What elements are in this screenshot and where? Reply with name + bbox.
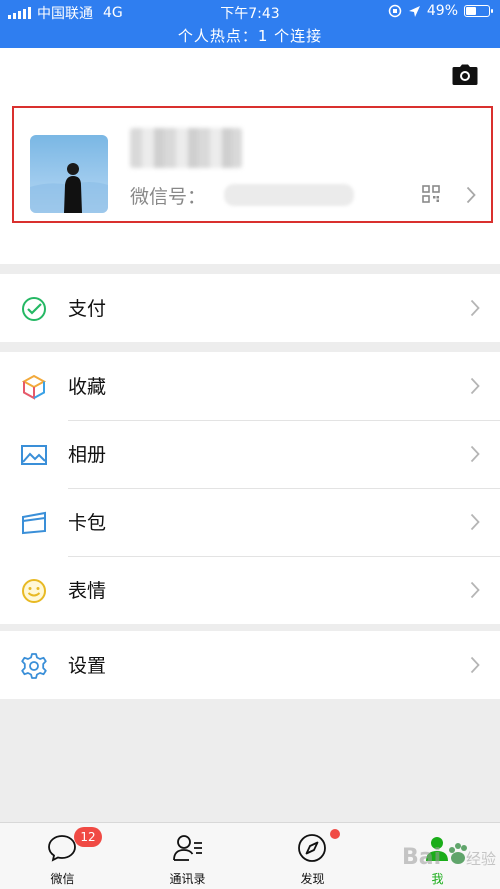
location-arrow-icon: [408, 5, 420, 17]
favorites-cube-icon: [21, 374, 47, 400]
wechat-id-blurred: [224, 184, 354, 206]
camera-icon[interactable]: [452, 64, 478, 86]
tab-wechat[interactable]: 12 微信: [0, 823, 125, 889]
menu-group-main: 收藏 相册 卡包 表情: [0, 352, 500, 624]
tab-contacts[interactable]: 通讯录: [125, 823, 250, 889]
settings-gear-icon: [21, 653, 47, 679]
baidu-paw-icon: [449, 843, 467, 864]
menu-item-label: 相册: [68, 444, 107, 466]
svg-text:Bai: Bai: [402, 845, 441, 870]
chevron-right-icon: [466, 186, 476, 204]
menu-item-settings[interactable]: 设置: [0, 631, 500, 699]
battery-level: [466, 7, 477, 15]
menu-item-label: 卡包: [68, 512, 107, 534]
menu-item-pay[interactable]: 支付: [0, 274, 500, 342]
status-bar: 中国联通 4G 下午7:43 49% 个人热点：1 个连接: [0, 0, 500, 48]
battery-icon: [464, 5, 493, 17]
album-icon: [21, 445, 47, 465]
rotation-lock-icon: [388, 4, 402, 18]
compass-icon: [298, 834, 326, 862]
hotspot-banner[interactable]: 个人热点：1 个连接: [0, 25, 500, 46]
chevron-right-icon: [470, 656, 480, 674]
chevron-right-icon: [470, 445, 480, 463]
baidu-watermark: Bai 经验: [402, 843, 496, 870]
contacts-icon: [173, 835, 202, 861]
menu-item-label: 表情: [68, 580, 107, 602]
menu-group-settings: 设置: [0, 631, 500, 699]
chevron-right-icon: [470, 513, 480, 531]
chevron-right-icon: [470, 377, 480, 395]
menu-group-pay: 支付: [0, 274, 500, 342]
menu-item-label: 支付: [68, 298, 107, 320]
avatar[interactable]: [30, 135, 108, 213]
nickname-blurred: [130, 128, 242, 168]
chevron-right-icon: [470, 299, 480, 317]
menu-item-emoji[interactable]: 表情: [0, 556, 500, 624]
qr-code-icon[interactable]: [422, 185, 440, 203]
profile-section: 微信号：: [0, 48, 500, 264]
tab-label: 微信: [50, 872, 75, 886]
menu-item-album[interactable]: 相册: [0, 420, 500, 488]
tab-discover[interactable]: 发现: [250, 823, 375, 889]
menu-item-favorites[interactable]: 收藏: [0, 352, 500, 420]
menu-item-label: 设置: [68, 655, 107, 677]
menu-item-card-pack[interactable]: 卡包: [0, 488, 500, 556]
svg-text:经验: 经验: [466, 850, 496, 868]
card-pack-icon: [22, 511, 46, 535]
tab-label: 发现: [300, 872, 325, 886]
new-content-dot: [330, 829, 340, 839]
wallet-icon: [22, 297, 46, 321]
emoji-icon: [22, 579, 46, 603]
battery-percentage: 49%: [426, 3, 458, 19]
avatar-person-silhouette: [30, 163, 108, 213]
tab-label: 通讯录: [169, 872, 206, 886]
menu-item-label: 收藏: [68, 376, 107, 398]
chevron-right-icon: [470, 581, 480, 599]
chat-bubble-icon: [48, 835, 76, 862]
profile-card[interactable]: 微信号：: [12, 106, 493, 223]
wechat-id-label: 微信号：: [130, 186, 207, 208]
unread-badge: 12: [74, 827, 102, 847]
